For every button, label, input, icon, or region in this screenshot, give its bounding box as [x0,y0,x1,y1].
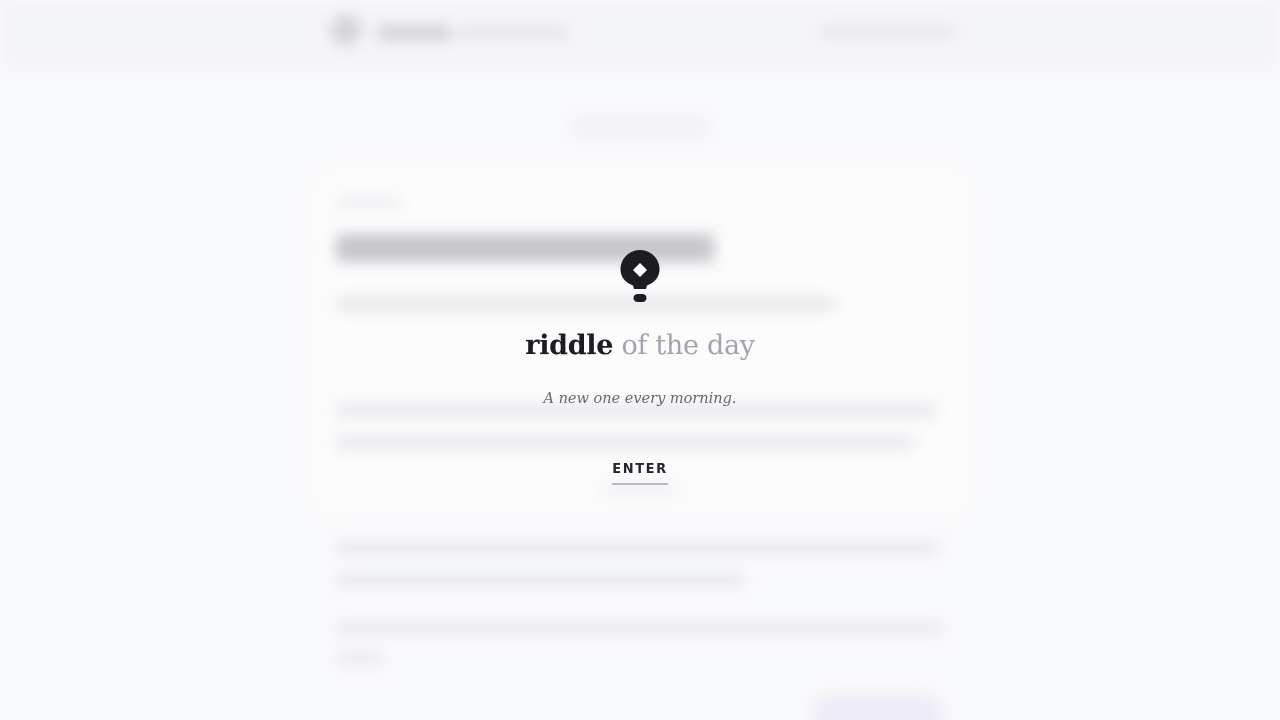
lightbulb-icon [620,250,660,302]
app-title: riddle of the day [0,328,1280,364]
splash-screen: riddle of the day A new one every mornin… [0,0,1280,720]
title-light-words: of the day [621,330,755,361]
splash-content: riddle of the day A new one every mornin… [0,0,1280,720]
tagline: A new one every morning. [543,391,737,407]
title-strong-word: riddle [525,330,614,361]
enter-label: ENTER [612,462,668,485]
enter-button[interactable]: ENTER [590,458,690,486]
